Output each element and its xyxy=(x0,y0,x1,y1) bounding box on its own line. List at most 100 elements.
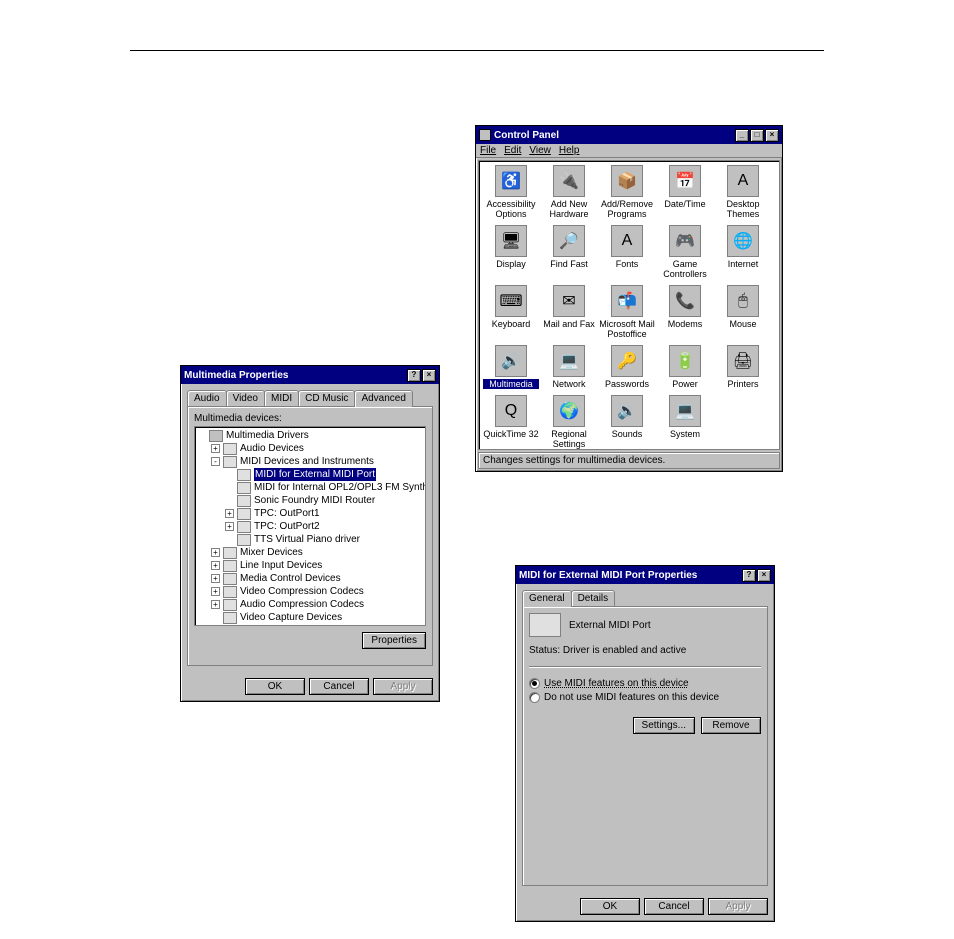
do-not-use-midi-radio-row[interactable]: Do not use MIDI features on this device xyxy=(529,692,761,703)
tree-node-label: Video Compression Codecs xyxy=(240,585,364,598)
cp-item-multimedia[interactable]: 🔊Multimedia xyxy=(483,345,539,389)
expand-icon[interactable]: + xyxy=(211,444,220,453)
cp-label: Find Fast xyxy=(541,259,597,269)
cp-item-date-time[interactable]: 📅Date/Time xyxy=(657,165,713,219)
tree-item[interactable]: MIDI for External MIDI Port xyxy=(197,468,423,481)
remove-button[interactable]: Remove xyxy=(701,717,761,734)
apply-button[interactable]: Apply xyxy=(373,678,433,695)
tree-item[interactable]: +Audio Compression Codecs xyxy=(197,598,423,611)
cp-item-add-new-hardware[interactable]: 🔌Add New Hardware xyxy=(541,165,597,219)
midi-port-title: MIDI for External MIDI Port Properties xyxy=(519,570,697,581)
tree-item[interactable]: + Media Control Devices xyxy=(197,572,423,585)
tree-item[interactable]: +Audio Devices xyxy=(197,442,423,455)
cp-icon: 💻 xyxy=(669,395,701,427)
tab-cd-music[interactable]: CD Music xyxy=(298,390,355,406)
multimedia-properties-dialog: Multimedia Properties ? × AudioVideoMIDI… xyxy=(180,365,440,702)
tab-midi[interactable]: MIDI xyxy=(264,390,299,406)
menu-file[interactable]: File xyxy=(480,145,496,156)
cp-item-mouse[interactable]: 🖱Mouse xyxy=(715,285,771,339)
tree-item[interactable]: Multimedia Drivers xyxy=(197,429,423,442)
cp-item-game-controllers[interactable]: 🎮Game Controllers xyxy=(657,225,713,279)
control-panel-title: Control Panel xyxy=(494,130,559,141)
cancel-button[interactable]: Cancel xyxy=(644,898,704,915)
cp-item-mail-and-fax[interactable]: ✉Mail and Fax xyxy=(541,285,597,339)
menu-edit[interactable]: Edit xyxy=(504,145,521,156)
tree-node-icon xyxy=(223,573,237,585)
use-midi-radio-row[interactable]: Use MIDI features on this device xyxy=(529,678,761,689)
tab-general[interactable]: General xyxy=(522,590,572,607)
expand-icon[interactable]: + xyxy=(211,587,220,596)
maximize-button[interactable]: □ xyxy=(750,129,764,142)
cp-item-microsoft-mail-postoffice[interactable]: 📬Microsoft Mail Postoffice xyxy=(599,285,655,339)
cp-item-modems[interactable]: 📞Modems xyxy=(657,285,713,339)
tab-details[interactable]: Details xyxy=(571,590,616,606)
menu-view[interactable]: View xyxy=(529,145,551,156)
cp-item-internet[interactable]: 🌐Internet xyxy=(715,225,771,279)
expand-icon[interactable]: + xyxy=(211,561,220,570)
cp-item-power[interactable]: 🔋Power xyxy=(657,345,713,389)
tree-item[interactable]: +Joystick Devices xyxy=(197,624,423,626)
radio-use-midi[interactable] xyxy=(529,678,540,689)
tree-item[interactable]: +Mixer Devices xyxy=(197,546,423,559)
cp-item-passwords[interactable]: 🔑Passwords xyxy=(599,345,655,389)
settings-button[interactable]: Settings... xyxy=(633,717,695,734)
cp-item-system[interactable]: 💻System xyxy=(657,395,713,449)
cp-item-accessibility-options[interactable]: ♿Accessibility Options xyxy=(483,165,539,219)
collapse-icon[interactable]: - xyxy=(211,457,220,466)
expand-icon[interactable]: + xyxy=(211,600,220,609)
cp-icon: 🖱 xyxy=(727,285,759,317)
properties-button[interactable]: Properties xyxy=(362,632,426,649)
tab-video[interactable]: Video xyxy=(226,390,265,406)
expand-icon[interactable]: + xyxy=(211,574,220,583)
cp-icon: 🌍 xyxy=(553,395,585,427)
tree-node-label: Sonic Foundry MIDI Router xyxy=(254,494,375,507)
cp-item-find-fast[interactable]: 🔎Find Fast xyxy=(541,225,597,279)
cp-item-desktop-themes[interactable]: ADesktop Themes xyxy=(715,165,771,219)
close-button[interactable]: × xyxy=(757,569,771,582)
ok-button[interactable]: OK xyxy=(245,678,305,695)
cp-item-fonts[interactable]: AFonts xyxy=(599,225,655,279)
cp-item-network[interactable]: 💻Network xyxy=(541,345,597,389)
tree-node-icon xyxy=(209,430,223,442)
expand-icon[interactable]: + xyxy=(225,522,234,531)
tab-advanced[interactable]: Advanced xyxy=(354,390,412,407)
cp-item-printers[interactable]: 🖨Printers xyxy=(715,345,771,389)
tree-item[interactable]: MIDI for Internal OPL2/OPL3 FM Synthesis xyxy=(197,481,423,494)
close-button[interactable]: × xyxy=(765,129,779,142)
cp-icon: Q xyxy=(495,395,527,427)
tree-item[interactable]: + Video Compression Codecs xyxy=(197,585,423,598)
cp-label: Add New Hardware xyxy=(541,199,597,219)
multimedia-device-tree[interactable]: Multimedia Drivers+Audio Devices-MIDI De… xyxy=(194,426,426,626)
menu-help[interactable]: Help xyxy=(559,145,580,156)
minimize-button[interactable]: _ xyxy=(735,129,749,142)
expand-icon[interactable]: + xyxy=(225,509,234,518)
close-button[interactable]: × xyxy=(422,369,436,382)
tree-item[interactable]: -MIDI Devices and Instruments xyxy=(197,455,423,468)
expand-icon[interactable]: + xyxy=(211,548,220,557)
radio-use-midi-label: Use MIDI features on this device xyxy=(544,678,689,689)
tree-item[interactable]: +Line Input Devices xyxy=(197,559,423,572)
cp-item-regional-settings[interactable]: 🌍Regional Settings xyxy=(541,395,597,449)
tree-item[interactable]: +TPC: OutPort1 xyxy=(197,507,423,520)
apply-button[interactable]: Apply xyxy=(708,898,768,915)
ok-button[interactable]: OK xyxy=(580,898,640,915)
cp-item-keyboard[interactable]: ⌨Keyboard xyxy=(483,285,539,339)
tree-node-icon xyxy=(223,612,237,624)
tree-node-label: MIDI for Internal OPL2/OPL3 FM Synthesis xyxy=(254,481,426,494)
tree-item[interactable]: TTS Virtual Piano driver xyxy=(197,533,423,546)
help-button[interactable]: ? xyxy=(742,569,756,582)
help-button[interactable]: ? xyxy=(407,369,421,382)
tree-node-label: Media Control Devices xyxy=(240,572,341,585)
cp-item-display[interactable]: 🖥Display xyxy=(483,225,539,279)
tree-item[interactable]: Video Capture Devices xyxy=(197,611,423,624)
cp-item-sounds[interactable]: 🔉Sounds xyxy=(599,395,655,449)
cp-item-quicktime-32[interactable]: QQuickTime 32 xyxy=(483,395,539,449)
tree-item[interactable]: Sonic Foundry MIDI Router xyxy=(197,494,423,507)
tab-audio[interactable]: Audio xyxy=(187,390,227,406)
radio-do-not-use-midi[interactable] xyxy=(529,692,540,703)
cancel-button[interactable]: Cancel xyxy=(309,678,369,695)
tree-item[interactable]: +TPC: OutPort2 xyxy=(197,520,423,533)
cp-item-add-remove-programs[interactable]: 📦Add/Remove Programs xyxy=(599,165,655,219)
cp-label: Modems xyxy=(657,319,713,329)
cp-label: Game Controllers xyxy=(657,259,713,279)
